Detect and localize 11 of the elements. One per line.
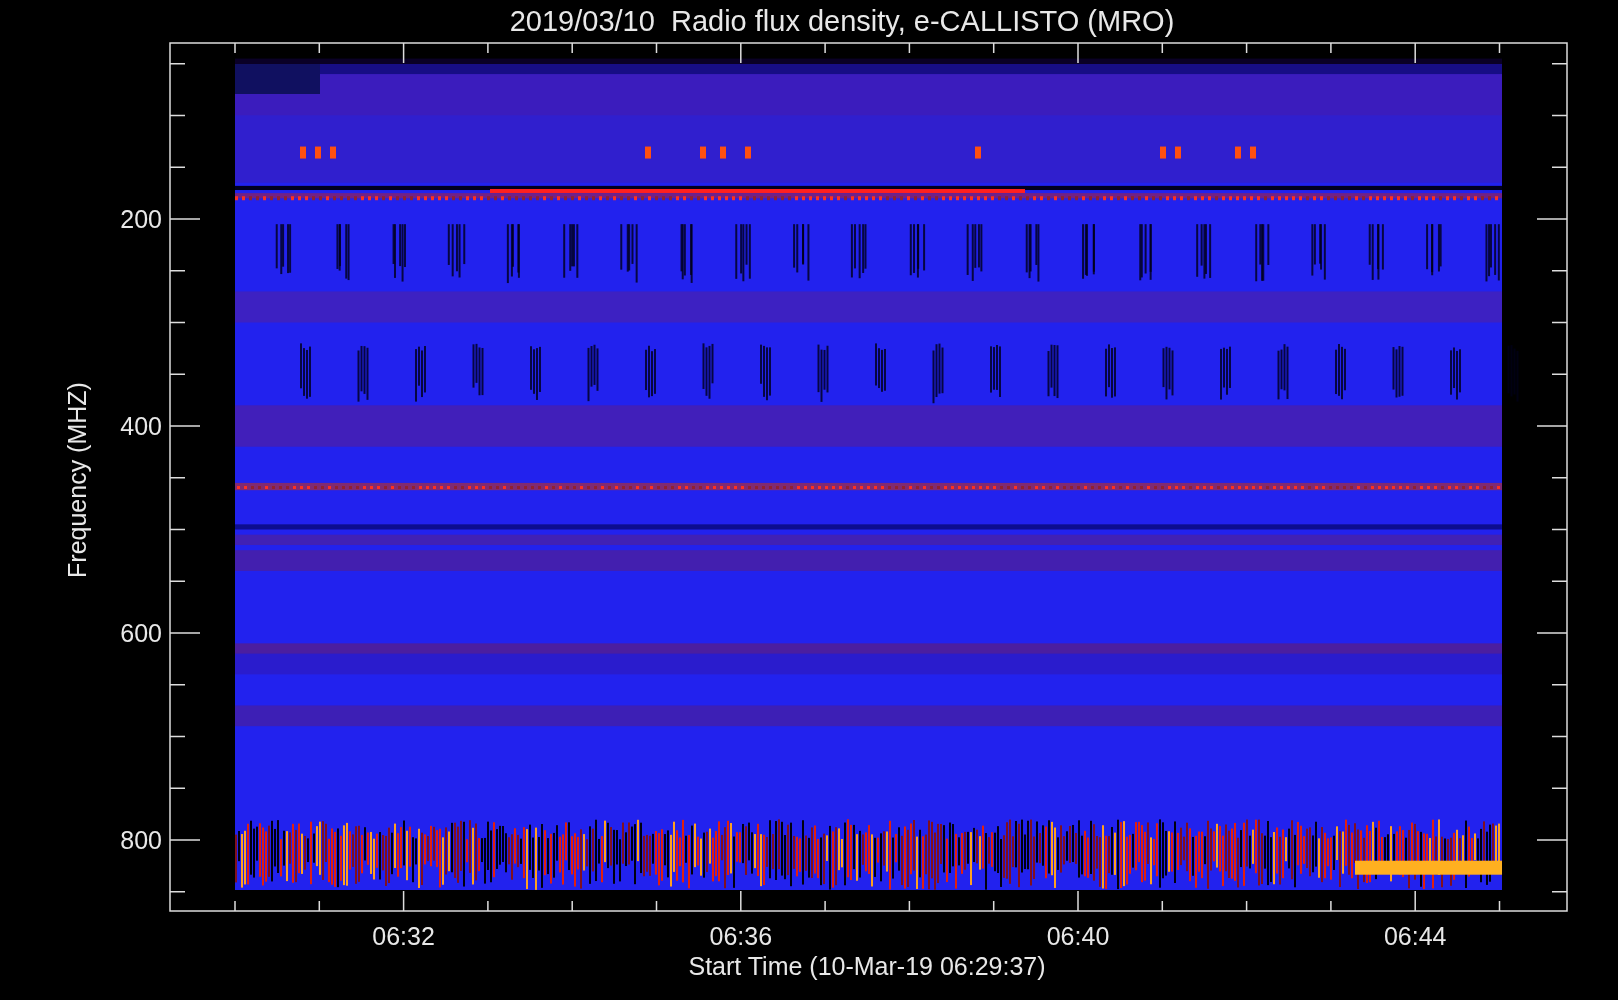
y-tick-label: 600 — [120, 619, 162, 647]
x-tick-label: 06:44 — [1383, 922, 1447, 950]
y-tick-label: 200 — [120, 205, 162, 233]
x-tick-label: 06:40 — [1046, 922, 1110, 950]
y-tick-label: 800 — [120, 826, 162, 854]
y-axis-label: Frequency (MHZ) — [63, 382, 91, 578]
x-tick-label: 06:32 — [372, 922, 435, 950]
y-tick-label: 400 — [120, 412, 162, 440]
x-axis-label: Start Time (10-Mar-19 06:29:37) — [688, 952, 1046, 980]
x-tick-label: 06:36 — [709, 922, 773, 950]
chart-title: 2019/03/10 Radio flux density, e-CALLISTO (MRO) — [509, 5, 1175, 37]
